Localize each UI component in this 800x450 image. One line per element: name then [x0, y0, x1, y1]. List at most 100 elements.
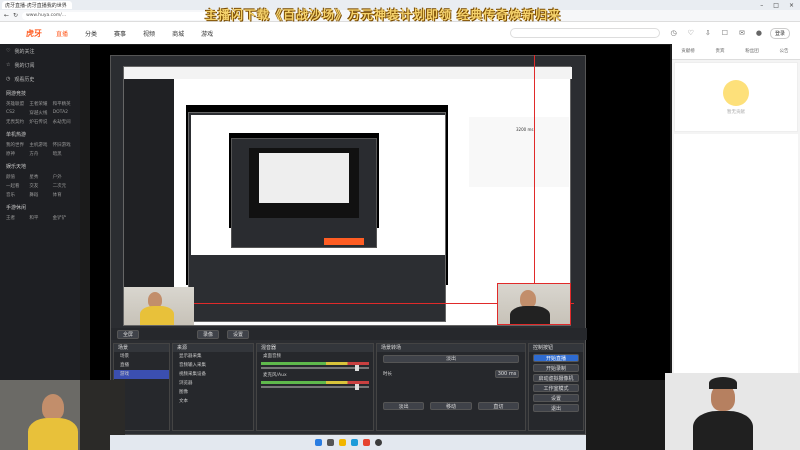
source-item[interactable]: 文本	[173, 397, 253, 406]
virtual-camera-button[interactable]: 启动虚拟摄像机	[533, 374, 579, 382]
sidebar-tag[interactable]: 怀旧游戏	[53, 142, 74, 148]
follow-icon[interactable]: ♡	[688, 29, 694, 37]
volume-slider[interactable]	[261, 384, 369, 390]
exit-button[interactable]: 退出	[533, 404, 579, 412]
mixer-channel-label: 麦克风/Aux	[263, 373, 287, 378]
sidebar-item-follow[interactable]: ♡ 我的关注	[0, 44, 80, 58]
scene-item[interactable]: 场景	[114, 352, 169, 361]
nav-item[interactable]: 赛事	[114, 29, 126, 38]
tab-vip[interactable]: 贵宾	[704, 44, 736, 59]
sidebar-tag[interactable]: 和平	[29, 215, 50, 221]
studio-mode-button[interactable]: 工作室模式	[533, 384, 579, 392]
toolbar-button[interactable]: 录像	[197, 329, 219, 339]
sidebar-item-subscribe[interactable]: ☆ 我的订阅	[0, 58, 80, 72]
sidebar-tag-grid: 我的世界 主机游戏 怀旧游戏原神 方舟 暗黑	[0, 140, 80, 159]
chrome-icon[interactable]	[362, 439, 370, 446]
sidebar-tag[interactable]: 王者荣耀	[29, 101, 50, 107]
task-icon[interactable]: ☐	[722, 29, 728, 37]
site-logo[interactable]: 虎牙	[26, 28, 42, 39]
sidebar-tag[interactable]: 和平精英	[53, 101, 74, 107]
sidebar-tag[interactable]: 舞蹈	[29, 192, 50, 198]
minimize-icon[interactable]: –	[760, 2, 763, 9]
sidebar-tag[interactable]: 音乐	[6, 192, 27, 198]
source-item[interactable]: 显示器采集	[173, 352, 253, 361]
back-icon[interactable]: ←	[4, 12, 9, 19]
nav-item[interactable]: 分类	[85, 29, 97, 38]
tab-contribution[interactable]: 贡献榜	[672, 44, 704, 59]
transition-button[interactable]: 淡出	[383, 402, 425, 410]
source-item[interactable]: 音频输入采集	[173, 361, 253, 370]
sidebar-tag[interactable]: 王者	[6, 215, 27, 221]
sidebar-tag[interactable]: 交友	[29, 183, 50, 189]
search-input[interactable]	[510, 28, 661, 38]
source-item[interactable]: 浏览器	[173, 379, 253, 388]
sidebar-tag[interactable]: 无畏契约	[6, 119, 27, 125]
duration-field[interactable]: 300 ms	[495, 370, 519, 378]
transition-select[interactable]: 淡出	[383, 355, 519, 363]
volume-slider[interactable]	[261, 365, 369, 371]
sidebar-section-title[interactable]: 娱乐天地	[0, 159, 80, 172]
message-icon[interactable]: ✉	[739, 29, 745, 37]
nav-item[interactable]: 游戏	[201, 29, 213, 38]
sidebar-section-title[interactable]: 网游竞技	[0, 86, 80, 99]
search-icon[interactable]	[326, 439, 334, 446]
reload-icon[interactable]: ↻	[13, 12, 18, 19]
sidebar-tag[interactable]: 颜值	[6, 174, 27, 180]
transition-button[interactable]: 移动	[430, 402, 472, 410]
sidebar-tag[interactable]: CS2	[6, 110, 27, 116]
webcam-overlay-right	[665, 373, 800, 450]
browser-tab[interactable]: 虎牙直播-虎牙直播我的世界	[2, 1, 72, 9]
sidebar-tag[interactable]: 方舟	[29, 151, 50, 157]
scene-item[interactable]: 直播	[114, 361, 169, 370]
transition-button[interactable]: 直切	[477, 402, 519, 410]
close-icon[interactable]: ×	[789, 2, 794, 9]
sidebar-tag[interactable]: 穿越火线	[29, 110, 50, 116]
settings-button[interactable]: 设置	[533, 394, 579, 402]
sidebar-tag[interactable]: 炉石传说	[29, 119, 50, 125]
promo-banner[interactable]: 主播闪下载《百战沙场》万元神装计划即领 经典传奇焕新归来	[205, 6, 561, 23]
sidebar-tag[interactable]: 暗黑	[53, 151, 74, 157]
chat-area	[674, 134, 798, 378]
scene-item[interactable]: 游戏	[114, 370, 169, 379]
sidebar-tag[interactable]: DOTA2	[53, 110, 74, 116]
obs-icon[interactable]	[374, 439, 382, 446]
tab-fans[interactable]: 粉丝团	[736, 44, 768, 59]
sidebar-tag[interactable]: 主机游戏	[29, 142, 50, 148]
sidebar-section-title[interactable]: 单机热游	[0, 127, 80, 140]
webcam-source[interactable]	[497, 283, 571, 325]
sidebar-tag[interactable]: 体育	[53, 192, 74, 198]
history-icon[interactable]: ◷	[670, 29, 676, 37]
sidebar-tag[interactable]: 一起看	[6, 183, 27, 189]
source-item[interactable]: 视频采集设备	[173, 370, 253, 379]
source-item[interactable]: 图像	[173, 388, 253, 397]
sidebar-tag[interactable]: 我的世界	[6, 142, 27, 148]
sidebar-tag[interactable]: 金铲铲	[53, 215, 74, 221]
start-stream-button[interactable]: 开始直播	[533, 354, 579, 362]
nav-item[interactable]: 直播	[56, 29, 68, 38]
sidebar-tag[interactable]: 二次元	[53, 183, 74, 189]
folder-icon[interactable]	[338, 439, 346, 446]
tab-notice[interactable]: 公告	[768, 44, 800, 59]
webcam-overlay-left	[0, 380, 125, 450]
sidebar-tag[interactable]: 英雄联盟	[6, 101, 27, 107]
maximize-icon[interactable]: □	[773, 2, 779, 9]
sidebar-section-title[interactable]: 手游休闲	[0, 200, 80, 213]
sidebar-tag[interactable]: 户外	[53, 174, 74, 180]
toolbar-button[interactable]: 设置	[227, 329, 249, 339]
edge-icon[interactable]	[350, 439, 358, 446]
nav-item[interactable]: 商城	[172, 29, 184, 38]
sidebar-tag[interactable]: 永劫无间	[53, 119, 74, 125]
toolbar-button[interactable]: 全屏	[117, 329, 139, 339]
start-record-button[interactable]: 开始录制	[533, 364, 579, 372]
nav-item[interactable]: 视频	[143, 29, 155, 38]
sidebar-tag[interactable]: 原神	[6, 151, 27, 157]
sidebar-item-label: 我的关注	[14, 48, 35, 55]
login-button[interactable]: 登录	[769, 27, 790, 39]
url-field[interactable]: www.huya.com/...	[22, 11, 213, 20]
avatar[interactable]: ●	[756, 29, 762, 37]
sidebar-tag[interactable]: 星秀	[29, 174, 50, 180]
sidebar-item-history[interactable]: ◷ 观看历史	[0, 72, 80, 86]
download-icon[interactable]: ⇩	[705, 29, 711, 37]
windows-start-icon[interactable]	[314, 439, 322, 446]
volume-meter	[261, 381, 369, 384]
